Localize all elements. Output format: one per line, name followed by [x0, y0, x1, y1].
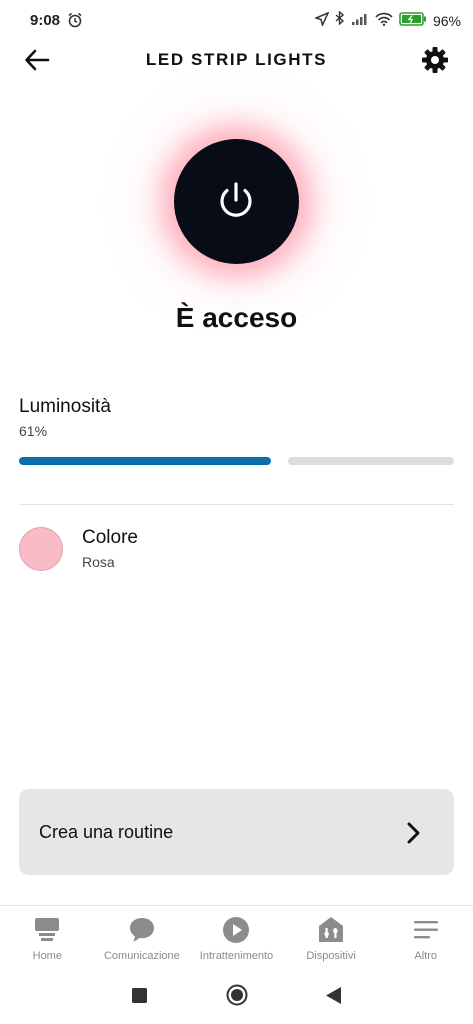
- brightness-slider-track: [288, 457, 454, 465]
- recents-button[interactable]: [132, 988, 147, 1008]
- wifi-icon: [375, 12, 393, 31]
- brightness-slider-fill: [19, 457, 271, 465]
- nav-item-communication[interactable]: Comunicazione: [95, 906, 190, 967]
- nav-item-entertainment[interactable]: Intrattenimento: [189, 906, 284, 967]
- devices-icon: [316, 915, 346, 945]
- bluetooth-icon: [335, 10, 345, 31]
- color-value: Rosa: [82, 554, 115, 570]
- nav-item-more[interactable]: Altro: [378, 906, 473, 967]
- color-swatch: [19, 527, 63, 571]
- chevron-right-icon: [406, 822, 420, 849]
- alarm-icon: [67, 12, 83, 33]
- menu-icon: [411, 915, 441, 945]
- chat-bubble-icon: [127, 915, 157, 945]
- nav-label-communication: Comunicazione: [103, 950, 180, 962]
- create-routine-button[interactable]: Crea una routine: [19, 789, 454, 875]
- nav-item-devices[interactable]: Dispositivi: [284, 906, 379, 967]
- brightness-label: Luminosità: [19, 396, 111, 417]
- square-icon: [132, 988, 147, 1007]
- page-title: LED STRIP LIGHTS: [145, 50, 328, 69]
- nav-label-more: Altro: [414, 950, 437, 962]
- signal-icon: [351, 12, 369, 31]
- nav-label-devices: Dispositivi: [306, 950, 356, 962]
- brightness-value: 61%: [19, 423, 48, 439]
- settings-button[interactable]: [421, 46, 449, 74]
- battery-percent: 96%: [432, 13, 461, 29]
- back-system-button[interactable]: [326, 987, 341, 1009]
- play-icon: [221, 915, 251, 945]
- battery-icon: [399, 11, 427, 31]
- home-system-button[interactable]: [226, 984, 248, 1011]
- header: LED STRIP LIGHTS: [0, 42, 473, 78]
- create-routine-label: Crea una routine: [39, 822, 174, 842]
- triangle-back-icon: [326, 987, 341, 1008]
- location-icon: [313, 11, 330, 31]
- status-time: 9:08: [30, 12, 61, 29]
- nav-label-entertainment: Intrattenimento: [199, 950, 274, 962]
- system-nav-bar: [0, 967, 473, 1024]
- status-bar: 9:08 96%: [0, 0, 473, 42]
- nav-item-home[interactable]: Home: [0, 906, 95, 967]
- bottom-nav: Home Comunicazione Intrattenimento Dispo…: [0, 905, 473, 967]
- nav-label-home: Home: [32, 950, 62, 962]
- divider: [19, 504, 454, 505]
- color-setting-row[interactable]: Colore Rosa: [19, 526, 454, 574]
- home-icon: [32, 915, 62, 945]
- power-state-label: È acceso: [175, 302, 298, 333]
- circle-icon: [226, 984, 248, 1010]
- color-label: Colore: [82, 527, 138, 548]
- power-toggle-button[interactable]: [174, 139, 299, 264]
- gear-icon: [421, 47, 449, 78]
- brightness-slider[interactable]: [19, 457, 454, 465]
